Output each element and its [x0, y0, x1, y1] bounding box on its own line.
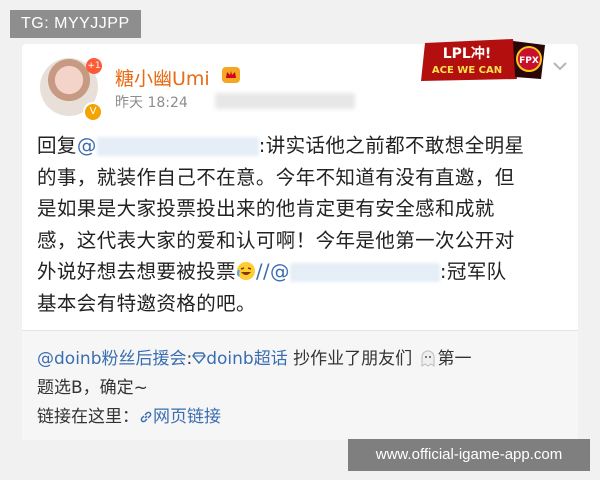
lpl-fpx-banner: LPL冲! ACE WE CAN FPX	[421, 39, 545, 81]
watermark: www.official-igame-app.com	[348, 439, 590, 471]
blurred-username	[96, 137, 259, 156]
repost-text-2: 第一	[437, 349, 472, 369]
ghost-emoji-icon	[421, 350, 435, 367]
repost-topic[interactable]: doinb超话	[206, 349, 287, 369]
post-body: 回复@:讲实话他之前都不敢想全明星 的事，就装作自己不在意。今年不知道有没有直邀…	[37, 130, 563, 319]
banner-title: LPL冲!	[443, 45, 492, 62]
repost-text-1: 抄作业了朋友们	[287, 349, 413, 369]
repost-author[interactable]: @doinb粉丝后援会	[37, 349, 186, 369]
timestamp: 昨天 18:24	[115, 95, 188, 111]
verified-icon: V	[83, 102, 103, 122]
blurred-forward-username	[289, 263, 440, 282]
post-line-4: 感，这代表大家的爱和认可啊！今年是他第一次公开对	[37, 228, 515, 252]
post-line-3: 是如果是大家投票投出来的他肯定更有安全感和成就	[37, 197, 495, 220]
forward-mention[interactable]: //@	[256, 260, 440, 283]
post-line-1: :讲实话他之前都不敢想全明星	[258, 134, 525, 157]
web-link[interactable]: 网页链接	[139, 407, 221, 427]
blurred-source	[215, 93, 355, 109]
laugh-cry-emoji-icon	[237, 262, 256, 280]
repost-line-2: 题选B，确定~	[37, 378, 148, 398]
username[interactable]: 糖小幽Umi	[115, 64, 210, 91]
crown-icon	[222, 67, 240, 83]
post-line-5: 外说好想去想要被投票	[37, 260, 237, 283]
repost-body: @doinb粉丝后援会: doinb超话 抄作业了朋友们 第一 题选B，确定~ 链…	[37, 345, 567, 432]
post-line-5-end: :冠军队	[439, 260, 507, 283]
banner-team: FPX	[519, 56, 539, 66]
link-label: 链接在这里：	[37, 407, 139, 427]
super-topic-diamond-icon	[192, 352, 207, 364]
tg-tag: TG: MYYJJPP	[10, 10, 141, 38]
notification-badge: +1	[86, 58, 102, 74]
reply-prefix: 回复	[37, 134, 77, 157]
reply-mention[interactable]: @	[77, 134, 259, 157]
link-icon	[140, 411, 152, 423]
chevron-down-icon[interactable]	[552, 61, 568, 71]
banner-subtitle: ACE WE CAN	[432, 65, 502, 76]
post-line-2: 的事，就装作自己不在意。今年不知道有没有直邀，但	[37, 165, 515, 189]
post-line-6: 基本会有特邀资格的吧。	[37, 291, 256, 315]
